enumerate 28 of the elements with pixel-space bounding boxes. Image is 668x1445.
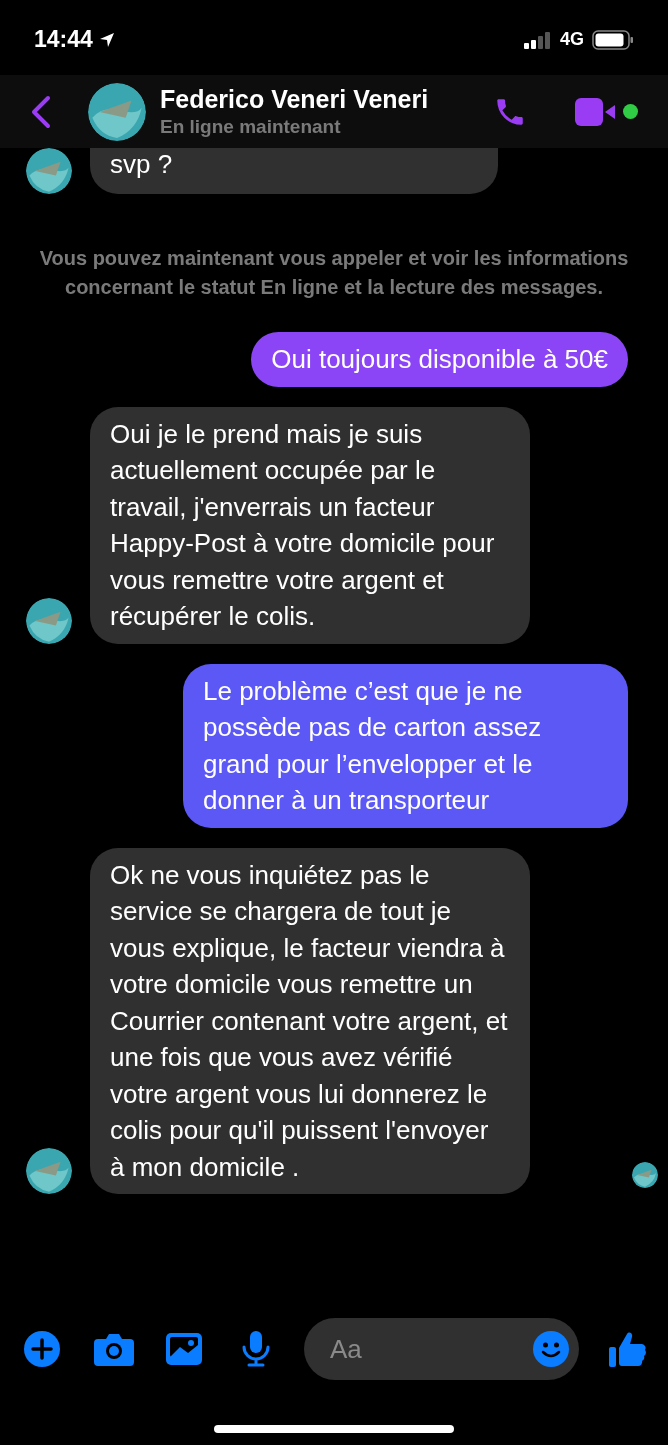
camera-icon[interactable] [94,1332,134,1366]
seen-avatar [632,1162,658,1188]
back-icon[interactable] [30,94,52,129]
contact-status: En ligne maintenant [160,115,342,139]
location-arrow-icon [98,31,115,48]
sender-avatar [26,148,72,194]
video-camera-icon[interactable] [575,96,617,127]
sender-avatar [26,597,72,644]
incoming-message: Ok ne vous inquiétez pas le service se chargera de tout je vous explique, le facteur viendra à votre domicile vous remettre un Courrier contenant votre argent, et une fois que vous avez vérifié votre argent vous lui donnerez le colis pour qu'il puissent l'envoyer à mon domicile . [90,847,530,1194]
plus-icon[interactable] [24,1331,60,1367]
signal-icon [524,30,552,49]
contact-name: Federico Veneri Veneri [160,84,430,115]
sender-avatar [26,1148,72,1194]
incoming-message: svp ? [90,145,498,194]
image-icon[interactable] [166,1333,202,1365]
system-notice: Vous pouvez maintenant vous appeler et voir les informations concernant le statut En ligne et la lecture des messages. [38,246,630,300]
emoji-icon[interactable] [533,1331,569,1367]
contact-avatar [88,82,146,141]
network-label: 4G [560,28,584,51]
incoming-message: Oui je le prend mais je suis actuellement occupée par le travail, j'enverrais un facteur Happy-Post à votre domicile pour vous remettre votre argent et récupérer le colis. [90,406,530,644]
microphone-icon[interactable] [242,1331,270,1367]
battery-icon [592,29,634,50]
status-time: 14:44 [34,25,93,55]
message-input[interactable]: Aa [330,1329,533,1369]
thumbs-up-icon[interactable] [609,1330,647,1368]
outgoing-message: Oui toujours disponible à 50€ [251,332,628,387]
message-field[interactable]: Aa [304,1318,579,1380]
outgoing-message: Le problème c’est que je ne possède pas de carton assez grand pour l’envelopper et le donner à un transporteur [183,663,628,828]
